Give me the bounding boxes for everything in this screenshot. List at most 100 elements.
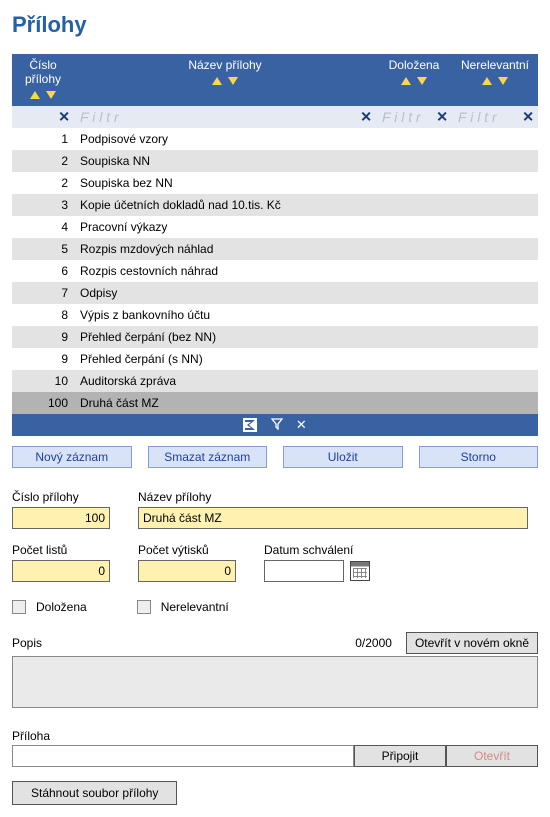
cell-name: Rozpis mzdových náhlad [74,238,376,260]
nazev-prilohy-input[interactable] [138,507,528,529]
col-header-name-label: Název přílohy [80,58,370,74]
cell-dolozena [376,392,452,414]
open-new-window-button[interactable]: Otevřít v novém okně [406,632,538,654]
dolozena-checkbox[interactable] [12,600,26,614]
table-row[interactable]: 9Přehled čerpání (s NN) [12,348,538,370]
cell-number: 10 [12,370,74,392]
download-attachment-button[interactable]: Stáhnout soubor přílohy [12,781,177,805]
sigma-icon[interactable] [243,418,257,432]
clear-filter-icon[interactable]: ✕ [436,109,448,126]
cell-nerelevantni [452,304,538,326]
cell-nerelevantni [452,238,538,260]
clear-filter-icon[interactable]: ✕ [58,109,70,126]
save-button[interactable]: Uložit [283,446,403,468]
table-row[interactable]: 3Kopie účetních dokladů nad 10.tis. Kč [12,194,538,216]
sort-desc-icon[interactable] [498,77,508,85]
cell-nerelevantni [452,194,538,216]
cell-name: Výpis z bankovního účtu [74,304,376,326]
filter-cell-nerelevantni[interactable]: F i l t r ✕ [452,106,538,128]
pocet-vytisku-input[interactable] [138,560,236,582]
nerelevantni-checkbox[interactable] [137,600,151,614]
col-header-dolozena-label: Doložena [382,58,446,74]
col-header-nerelevantni[interactable]: Nerelevantní [452,54,538,106]
table-row[interactable]: 9Přehled čerpání (bez NN) [12,326,538,348]
cell-number: 2 [12,172,74,194]
col-header-number-label: Číslo přílohy [18,58,68,88]
col-header-dolozena[interactable]: Doložena [376,54,452,106]
new-record-button[interactable]: Nový záznam [12,446,132,468]
cislo-prilohy-label: Číslo přílohy [12,490,110,504]
table-row[interactable]: 100Druhá část MZ [12,392,538,414]
priloha-path-input[interactable] [12,745,354,767]
clear-filter-icon[interactable]: ✕ [360,109,372,126]
cell-number: 9 [12,348,74,370]
col-header-name[interactable]: Název přílohy [74,54,376,106]
table-row[interactable]: 10Auditorská zpráva [12,370,538,392]
cell-number: 7 [12,282,74,304]
dolozena-checkbox-label: Doložena [36,600,87,614]
pocet-listu-input[interactable] [12,560,110,582]
nazev-prilohy-label: Název přílohy [138,490,538,504]
cell-name: Přehled čerpání (bez NN) [74,326,376,348]
clear-all-icon[interactable]: ✕ [296,417,307,433]
table-row[interactable]: 1Podpisové vzory [12,128,538,150]
table-row[interactable]: 2Soupiska bez NN [12,172,538,194]
popis-textarea[interactable] [12,656,538,708]
page-title: Přílohy [12,12,538,38]
filter-cell-dolozena[interactable]: F i l t r ✕ [376,106,452,128]
cell-nerelevantni [452,370,538,392]
cell-dolozena [376,326,452,348]
delete-record-button[interactable]: Smazat záznam [148,446,268,468]
sort-desc-icon[interactable] [417,77,427,85]
cell-number: 8 [12,304,74,326]
filter-cell-name[interactable]: F i l t r ✕ [74,106,376,128]
table-row[interactable]: 2Soupiska NN [12,150,538,172]
cell-dolozena [376,370,452,392]
attachments-table: Číslo přílohy Název přílohy Doložena [12,54,538,414]
filter-placeholder-text: F i l t r [382,109,421,125]
table-row[interactable]: 5Rozpis mzdových náhlad [12,238,538,260]
table-body: 1Podpisové vzory2Soupiska NN2Soupiska be… [12,128,538,414]
cell-nerelevantni [452,326,538,348]
table-row[interactable]: 4Pracovní výkazy [12,216,538,238]
calendar-icon[interactable] [350,561,370,581]
cell-dolozena [376,238,452,260]
datum-schvaleni-input[interactable] [264,560,344,582]
cell-name: Soupiska NN [74,150,376,172]
cell-nerelevantni [452,128,538,150]
cell-nerelevantni [452,282,538,304]
cell-nerelevantni [452,260,538,282]
sort-asc-icon[interactable] [212,77,222,85]
priloha-label: Příloha [12,729,538,743]
cell-name: Přehled čerpání (s NN) [74,348,376,370]
cancel-button[interactable]: Storno [419,446,539,468]
filter-cell-number[interactable]: ✕ [12,106,74,128]
sort-desc-icon[interactable] [228,77,238,85]
cell-name: Soupiska bez NN [74,172,376,194]
cell-nerelevantni [452,392,538,414]
cell-dolozena [376,150,452,172]
funnel-icon[interactable] [271,418,283,433]
cell-number: 2 [12,150,74,172]
sort-asc-icon[interactable] [30,91,40,99]
cell-dolozena [376,172,452,194]
attach-button[interactable]: Připojit [354,745,446,767]
table-row[interactable]: 8Výpis z bankovního účtu [12,304,538,326]
table-row[interactable]: 6Rozpis cestovních náhrad [12,260,538,282]
col-header-number[interactable]: Číslo přílohy [12,54,74,106]
cell-number: 3 [12,194,74,216]
pocet-vytisku-label: Počet výtisků [138,543,236,557]
cell-number: 1 [12,128,74,150]
clear-filter-icon[interactable]: ✕ [522,109,534,126]
cell-number: 100 [12,392,74,414]
cell-name: Kopie účetních dokladů nad 10.tis. Kč [74,194,376,216]
cislo-prilohy-input[interactable] [12,507,110,529]
cell-name: Druhá část MZ [74,392,376,414]
cell-dolozena [376,282,452,304]
sort-asc-icon[interactable] [482,77,492,85]
filter-placeholder-text: F i l t r [80,109,119,125]
sort-desc-icon[interactable] [46,91,56,99]
table-row[interactable]: 7Odpisy [12,282,538,304]
cell-number: 6 [12,260,74,282]
sort-asc-icon[interactable] [401,77,411,85]
